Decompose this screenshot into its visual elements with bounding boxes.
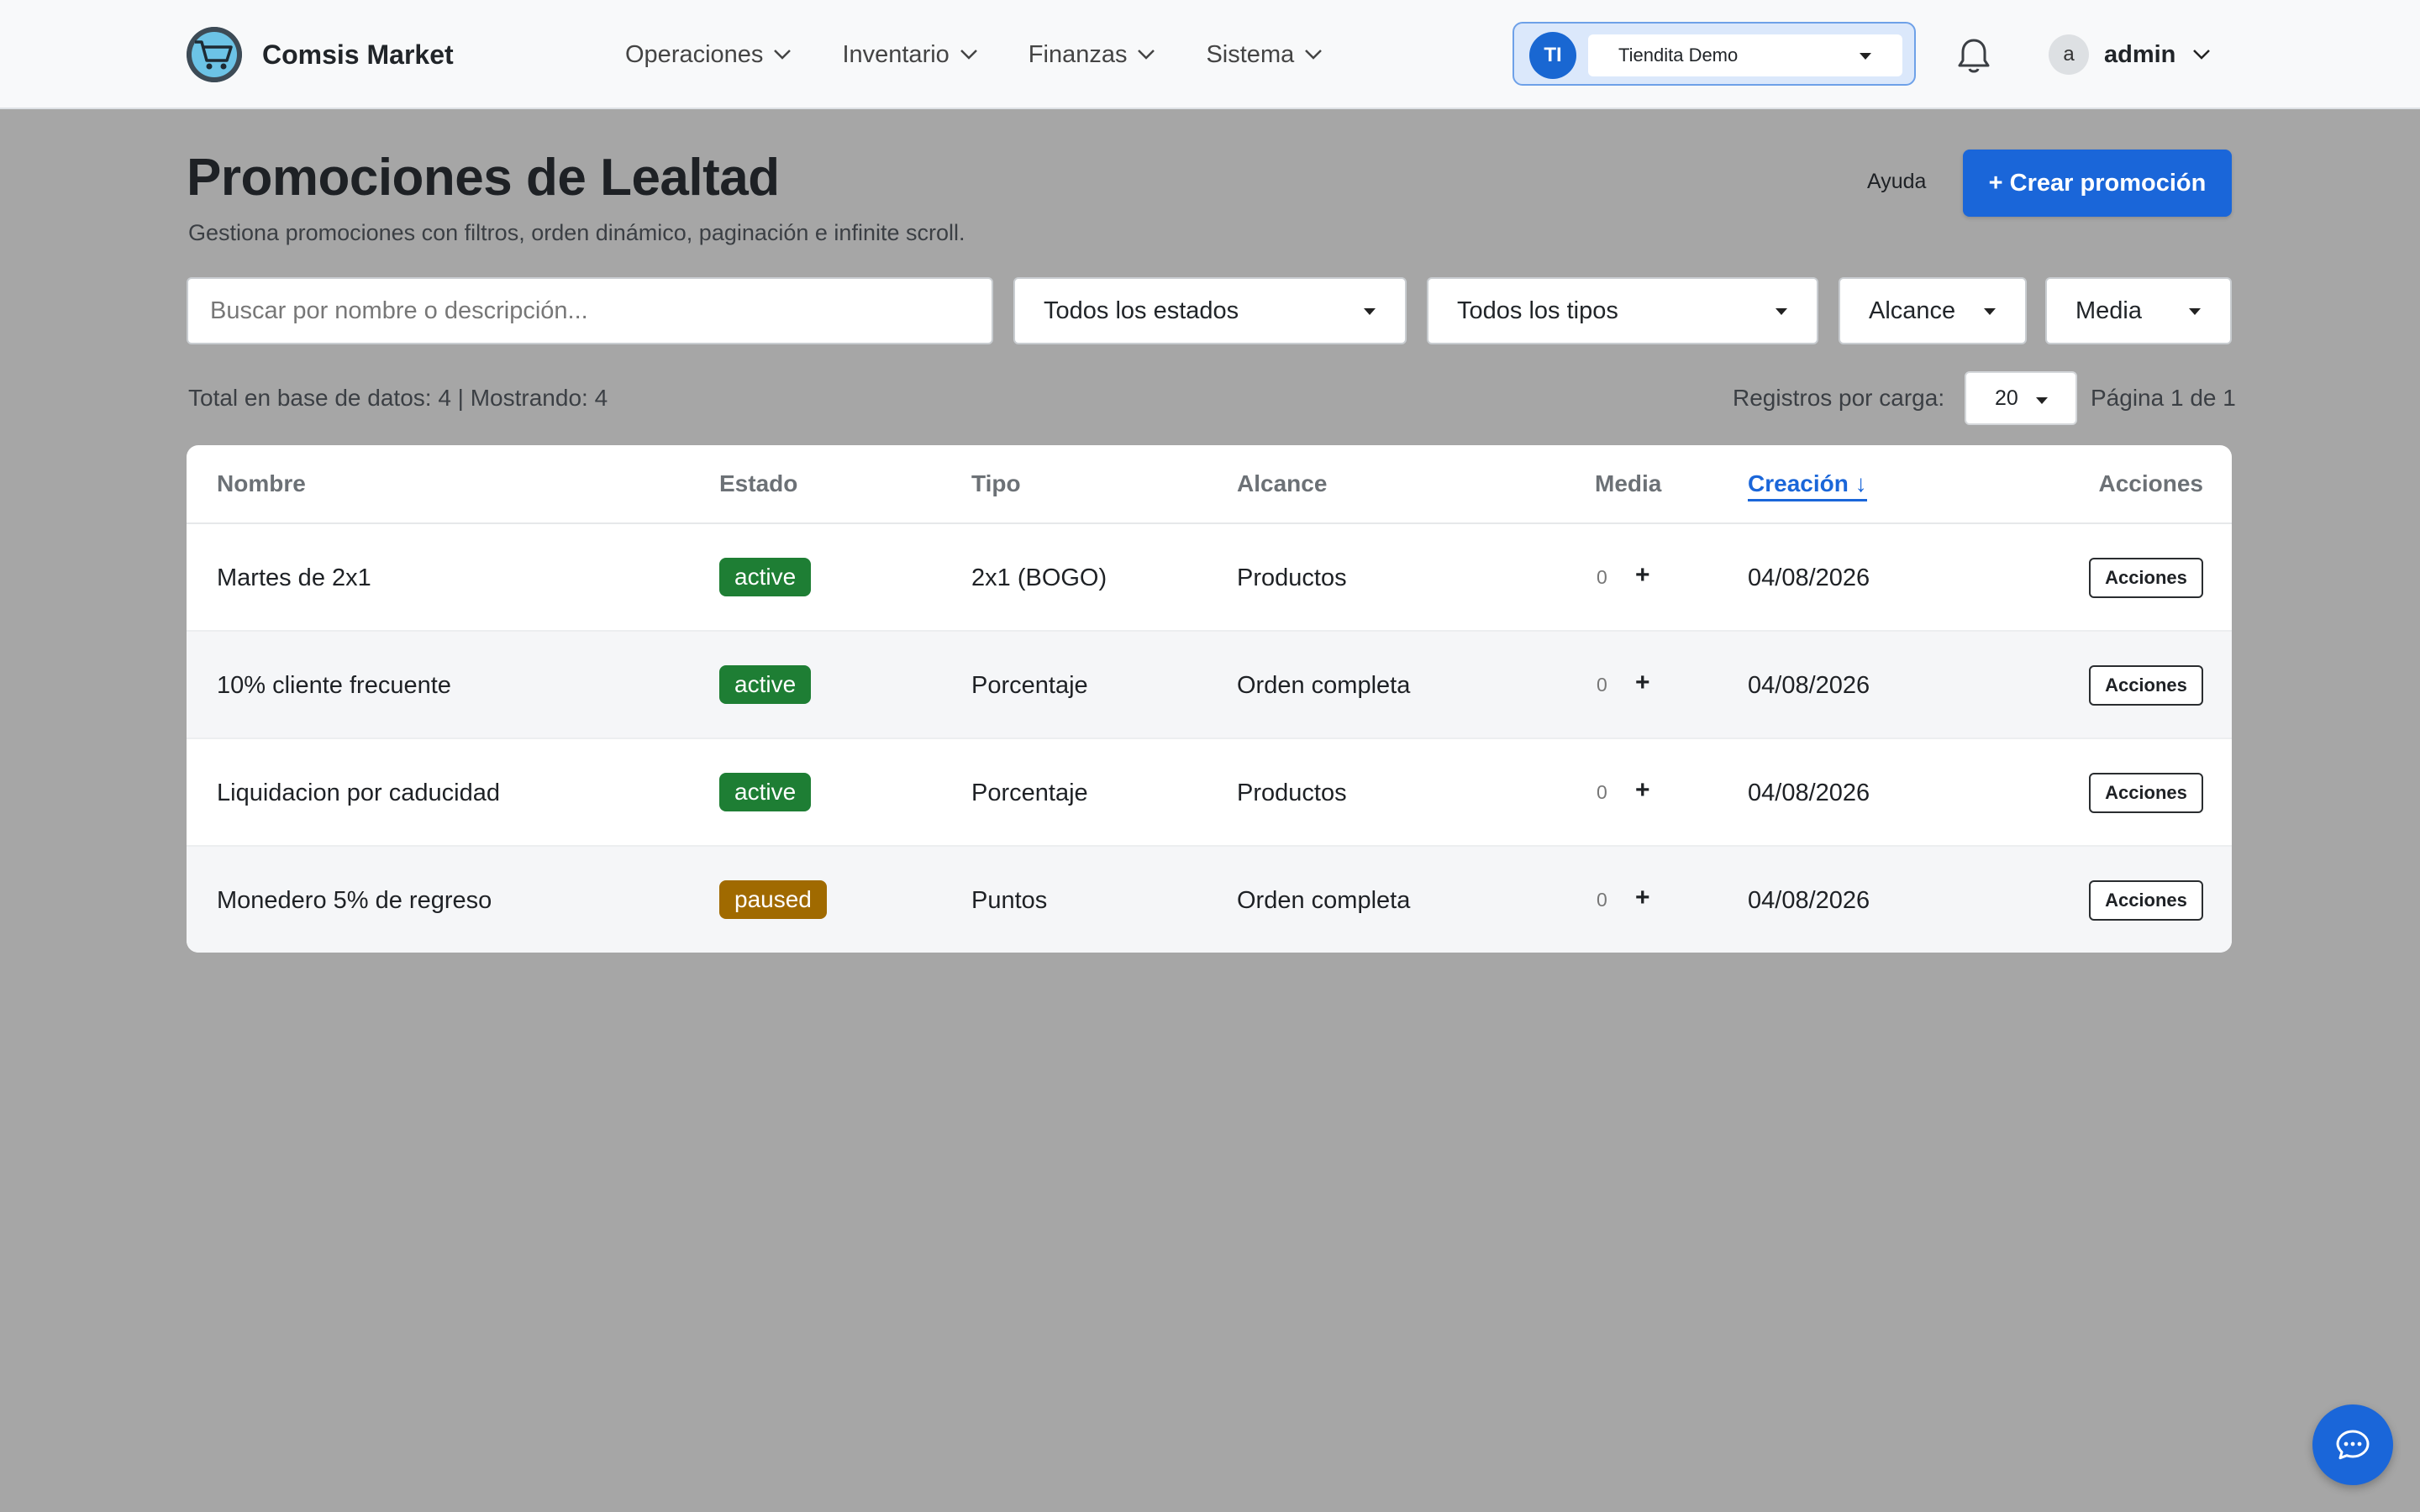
pagination-info: Página 1 de 1 [2091,385,2236,411]
store-avatar: TI [1529,32,1576,79]
media-filter-select[interactable]: Media [2045,277,2232,344]
page-title: Promociones de Lealtad [187,149,780,207]
chevron-down-icon [774,50,792,60]
status-badge: active [719,558,812,596]
row-alcance: Productos [1237,780,1347,806]
table-header: Nombre Estado Tipo Alcance Media Creació… [187,445,2232,524]
help-link[interactable]: Ayuda [1867,170,1926,194]
row-creacion: 04/08/2026 [1748,887,1870,914]
menu-label: Finanzas [1028,40,1128,68]
caret-down-icon [1776,308,1787,315]
add-media-button[interactable]: + [1635,669,1650,697]
chat-bubble-icon [2336,1430,2370,1460]
status-badge: paused [719,880,827,919]
search-placeholder: Buscar por nombre o descripción... [210,297,588,324]
caret-down-icon [2189,308,2201,315]
store-select[interactable]: Tiendita Demo [1588,34,1902,76]
row-tipo: Puntos [971,887,1048,914]
alcance-filter-select[interactable]: Alcance [1839,277,2027,344]
menu-label: Sistema [1206,40,1295,68]
caret-down-icon [1364,308,1376,315]
user-name: admin [2104,40,2176,68]
create-promotion-button[interactable]: + Crear promoción [1963,150,2232,217]
top-navbar: Comsis Market Operaciones Inventario Fin… [0,0,2420,109]
row-alcance: Orden completa [1237,887,1411,914]
header-nombre[interactable]: Nombre [217,470,306,497]
media-count: 0 [1597,889,1607,911]
media-count: 0 [1597,566,1607,588]
estado-filter-select[interactable]: Todos los estados [1013,277,1407,344]
row-tipo: Porcentaje [971,672,1088,699]
menu-sistema[interactable]: Sistema [1206,41,1323,69]
table-row: 10% cliente frecuente active Porcentaje … [187,632,2232,739]
brand[interactable]: Comsis Market [187,25,454,84]
promotions-table: Nombre Estado Tipo Alcance Media Creació… [187,445,2232,953]
menu-inventario[interactable]: Inventario [842,41,977,69]
header-alcance[interactable]: Alcance [1237,470,1327,497]
user-menu[interactable]: a admin [2049,34,2211,76]
shopping-cart-icon [187,27,242,82]
main-menu: Operaciones Inventario Finanzas Sistema [625,34,1373,76]
menu-label: Operaciones [625,40,764,68]
search-input[interactable]: Buscar por nombre o descripción... [187,277,993,344]
row-actions-button[interactable]: Acciones [2089,665,2203,706]
menu-finanzas[interactable]: Finanzas [1028,41,1156,69]
header-tipo[interactable]: Tipo [971,470,1021,497]
store-switcher: TI Tiendita Demo [1512,22,1916,86]
add-media-button[interactable]: + [1635,776,1650,805]
row-actions-button[interactable]: Acciones [2089,773,2203,813]
per-load-select[interactable]: 20 [1965,371,2077,425]
menu-label: Inventario [842,40,950,68]
row-nombre: 10% cliente frecuente [217,672,451,699]
menu-operaciones[interactable]: Operaciones [625,41,792,69]
chevron-down-icon [1138,50,1155,60]
status-badge: active [719,773,812,811]
alcance-filter-value: Alcance [1869,297,1956,324]
per-load-label: Registros por carga: [1733,385,1945,411]
media-filter-value: Media [2075,297,2142,324]
row-creacion: 04/08/2026 [1748,672,1870,699]
chevron-down-icon [1305,50,1323,60]
row-actions-button[interactable]: Acciones [2089,880,2203,921]
chevron-down-icon [960,50,977,60]
per-load-value: 20 [1995,386,2018,410]
row-tipo: 2x1 (BOGO) [971,564,1107,591]
tipo-filter-select[interactable]: Todos los tipos [1427,277,1818,344]
notifications-button[interactable] [1954,34,1993,76]
table-row: Martes de 2x1 active 2x1 (BOGO) Producto… [187,524,2232,632]
add-media-button[interactable]: + [1635,561,1650,590]
brand-name: Comsis Market [262,39,454,70]
status-badge: active [719,665,812,704]
row-actions-button[interactable]: Acciones [2089,558,2203,598]
row-alcance: Orden completa [1237,672,1411,699]
header-creacion[interactable]: Creación ↓ [1748,470,1867,501]
media-count: 0 [1597,674,1607,696]
row-nombre: Martes de 2x1 [217,564,371,591]
row-nombre: Monedero 5% de regreso [217,887,492,914]
row-creacion: 04/08/2026 [1748,564,1870,591]
row-tipo: Porcentaje [971,780,1088,806]
row-alcance: Productos [1237,564,1347,591]
header-estado[interactable]: Estado [719,470,797,497]
store-name: Tiendita Demo [1618,45,1739,66]
record-totals: Total en base de datos: 4 | Mostrando: 4 [188,385,608,411]
chat-button[interactable] [2312,1404,2393,1485]
avatar: a [2049,34,2089,75]
bell-icon [1958,39,1990,73]
header-acciones: Acciones [2098,470,2204,496]
add-media-button[interactable]: + [1635,884,1650,912]
tipo-filter-value: Todos los tipos [1457,297,1618,324]
page-subtitle: Gestiona promociones con filtros, orden … [188,220,965,245]
media-count: 0 [1597,781,1607,803]
estado-filter-value: Todos los estados [1044,297,1239,324]
chevron-down-icon [2193,50,2211,60]
table-row: Monedero 5% de regreso paused Puntos Ord… [187,847,2232,953]
caret-down-icon [1984,308,1996,315]
row-creacion: 04/08/2026 [1748,780,1870,806]
row-nombre: Liquidacion por caducidad [217,780,500,806]
caret-down-icon [1860,53,1871,60]
header-media[interactable]: Media [1595,470,1661,497]
table-row: Liquidacion por caducidad active Porcent… [187,739,2232,847]
caret-down-icon [2036,397,2048,404]
